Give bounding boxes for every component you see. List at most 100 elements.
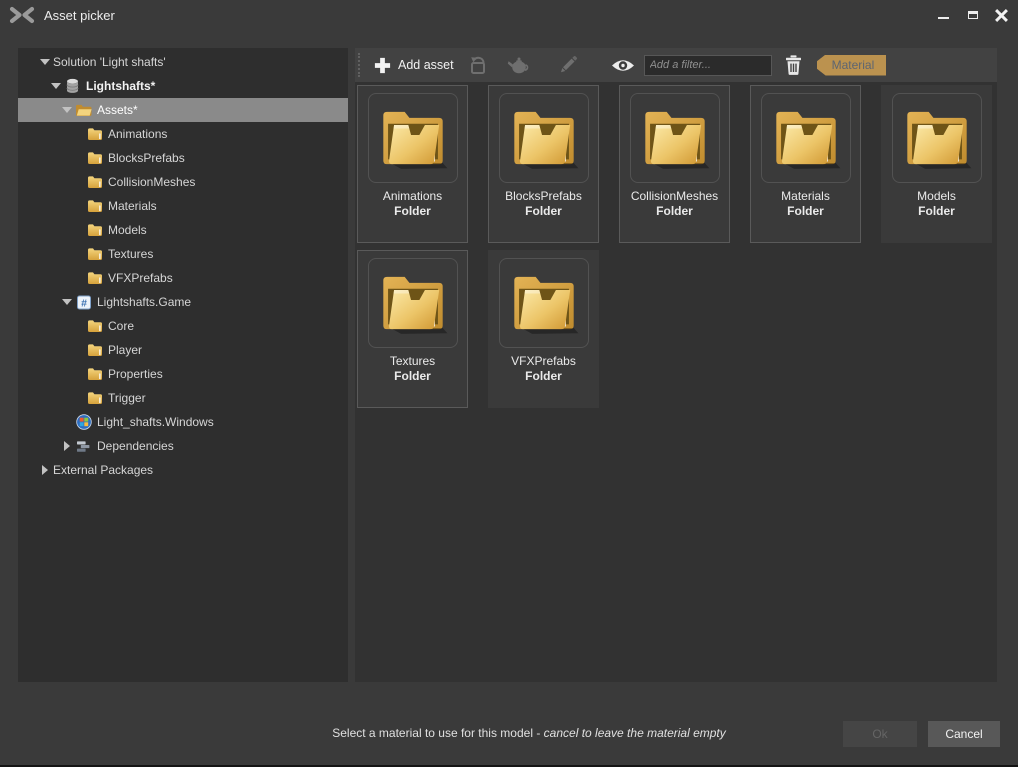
asset-tile-vfxprefabs[interactable]: VFXPrefabs Folder <box>488 250 599 408</box>
tree-item-trigger[interactable]: Trigger <box>18 386 348 410</box>
expander-icon <box>71 338 84 362</box>
folder-icon <box>86 342 103 359</box>
expander-icon <box>71 242 84 266</box>
title-bar: Asset picker <box>0 0 1018 30</box>
tree-item-materials[interactable]: Materials <box>18 194 348 218</box>
tree-item-textures[interactable]: Textures <box>18 242 348 266</box>
tree-item-label: Player <box>108 338 142 362</box>
package-icon <box>64 78 81 95</box>
asset-type: Folder <box>394 204 431 218</box>
maximize-button[interactable] <box>958 0 987 30</box>
folder-icon <box>86 198 103 215</box>
expander-icon <box>71 194 84 218</box>
minimize-button[interactable] <box>929 0 958 30</box>
expander-down-icon[interactable] <box>49 74 62 98</box>
maximize-icon <box>968 11 978 19</box>
toggle-preview-button[interactable] <box>608 51 638 79</box>
asset-tile-materials[interactable]: Materials Folder <box>750 85 861 243</box>
asset-name: Models <box>917 189 956 203</box>
pencil-icon <box>557 54 579 76</box>
filter-input[interactable] <box>644 55 772 76</box>
expander-icon <box>71 314 84 338</box>
folder-large-icon <box>761 93 851 183</box>
asset-tile-animations[interactable]: Animations Folder <box>357 85 468 243</box>
expander-icon <box>71 122 84 146</box>
solution-explorer-tree: Solution 'Light shafts' Lightshafts* Ass… <box>18 48 348 682</box>
folder-icon <box>86 270 103 287</box>
add-template-button[interactable] <box>504 51 534 79</box>
asset-name: Materials <box>781 189 830 203</box>
minimize-icon <box>938 17 949 19</box>
tree-item-lightshafts[interactable]: Lightshafts* <box>18 74 348 98</box>
expander-down-icon[interactable] <box>60 98 73 122</box>
expander-icon <box>71 266 84 290</box>
asset-type: Folder <box>394 369 431 383</box>
asset-grid: Animations Folder BlocksPrefabs Folder C… <box>355 82 997 408</box>
tree-item-models[interactable]: Models <box>18 218 348 242</box>
tree-item-player[interactable]: Player <box>18 338 348 362</box>
ok-button[interactable]: Ok <box>843 721 917 747</box>
expander-icon <box>71 146 84 170</box>
tree-item-label: Assets* <box>97 98 138 122</box>
toolbar-grip[interactable] <box>358 53 364 77</box>
asset-name: Textures <box>390 354 435 368</box>
expander-right-icon[interactable] <box>38 458 51 482</box>
asset-type: Folder <box>787 204 824 218</box>
folder-large-icon <box>630 93 720 183</box>
folder-large-icon <box>499 93 589 183</box>
import-button[interactable] <box>465 51 494 79</box>
asset-type: Folder <box>525 369 562 383</box>
expander-down-icon[interactable] <box>38 50 51 74</box>
asset-tile-blocksprefabs[interactable]: BlocksPrefabs Folder <box>488 85 599 243</box>
tree-item-animations[interactable]: Animations <box>18 122 348 146</box>
window-title: Asset picker <box>44 8 115 23</box>
tree-item-solution-light-shafts[interactable]: Solution 'Light shafts' <box>18 50 348 74</box>
tree-item-light-shafts-windows[interactable]: Light_shafts.Windows <box>18 410 348 434</box>
asset-view-panel: Add asset Material Animations Folder Blo… <box>355 48 997 682</box>
asset-name: VFXPrefabs <box>511 354 576 368</box>
tree-item-lightshafts-game[interactable]: # Lightshafts.Game <box>18 290 348 314</box>
windows-icon <box>75 414 92 431</box>
tree-item-external-packages[interactable]: External Packages <box>18 458 348 482</box>
dependencies-icon <box>75 438 92 455</box>
edit-asset-button[interactable] <box>554 51 582 79</box>
cancel-button[interactable]: Cancel <box>928 721 1000 747</box>
close-icon <box>995 9 1008 22</box>
expander-right-icon[interactable] <box>60 434 73 458</box>
add-asset-button[interactable]: Add asset <box>370 51 457 79</box>
asset-tile-collisionmeshes[interactable]: CollisionMeshes Folder <box>619 85 730 243</box>
window-controls <box>929 0 1016 30</box>
trash-icon <box>785 55 802 75</box>
tree-item-label: External Packages <box>53 458 153 482</box>
import-icon <box>468 54 491 77</box>
folder-icon <box>86 366 103 383</box>
folder-icon <box>86 222 103 239</box>
folder-icon <box>86 126 103 143</box>
asset-tile-textures[interactable]: Textures Folder <box>357 250 468 408</box>
tree-item-assets[interactable]: Assets* <box>18 98 348 122</box>
app-logo-icon <box>9 6 35 24</box>
tree-item-vfxprefabs[interactable]: VFXPrefabs <box>18 266 348 290</box>
add-asset-label: Add asset <box>398 58 454 72</box>
tree-item-properties[interactable]: Properties <box>18 362 348 386</box>
tree-item-label: Animations <box>108 122 167 146</box>
asset-tile-models[interactable]: Models Folder <box>881 85 992 243</box>
tree-item-collisionmeshes[interactable]: CollisionMeshes <box>18 170 348 194</box>
tree-item-dependencies[interactable]: Dependencies <box>18 434 348 458</box>
expander-icon <box>71 386 84 410</box>
plus-icon <box>373 56 392 75</box>
delete-button[interactable] <box>782 51 805 79</box>
close-button[interactable] <box>987 0 1016 30</box>
expander-icon <box>71 170 84 194</box>
tree-item-blocksprefabs[interactable]: BlocksPrefabs <box>18 146 348 170</box>
tree-item-label: Trigger <box>108 386 146 410</box>
asset-type-filter-tag[interactable]: Material <box>817 55 887 76</box>
asset-type: Folder <box>656 204 693 218</box>
tree-item-label: Properties <box>108 362 163 386</box>
folder-large-icon <box>892 93 982 183</box>
tree-item-label: Core <box>108 314 134 338</box>
tree-item-label: Lightshafts.Game <box>97 290 191 314</box>
tree-item-core[interactable]: Core <box>18 314 348 338</box>
expander-down-icon[interactable] <box>60 290 73 314</box>
tree-item-label: Materials <box>108 194 157 218</box>
